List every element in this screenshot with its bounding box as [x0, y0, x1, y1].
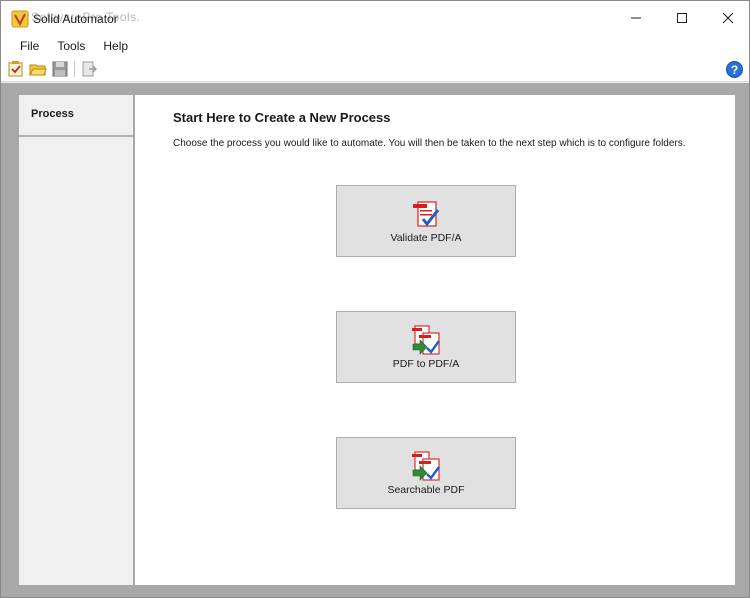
- open-folder-icon[interactable]: [29, 60, 47, 78]
- pdf-to-pdfa-button[interactable]: PDF to PDF/A: [336, 311, 516, 383]
- app-logo-icon: [11, 10, 29, 28]
- pdf-to-pdfa-label: PDF to PDF/A: [392, 358, 460, 370]
- page-title: Start Here to Create a New Process: [173, 110, 391, 125]
- client-area: Process Start Here to Create a New Proce…: [1, 83, 749, 597]
- searchable-pdf-label: Searchable PDF: [387, 484, 465, 496]
- title-bar: SoftwarePro Tools. Solid Automator: [1, 1, 749, 35]
- menu-file[interactable]: File: [13, 37, 46, 55]
- toolbar: ?: [1, 57, 749, 82]
- searchable-pdf-icon: [412, 451, 440, 481]
- searchable-pdf-button[interactable]: Searchable PDF: [336, 437, 516, 509]
- close-icon: [722, 12, 734, 24]
- new-process-icon[interactable]: [7, 60, 25, 78]
- minimize-button[interactable]: [613, 1, 659, 35]
- toolbar-separator: [74, 61, 75, 77]
- minimize-icon: [631, 17, 641, 19]
- sidebar-item-process[interactable]: Process: [19, 95, 133, 137]
- menu-tools[interactable]: Tools: [50, 37, 92, 55]
- help-icon[interactable]: ?: [726, 61, 743, 78]
- pdf-to-pdfa-icon: [412, 325, 440, 355]
- save-icon[interactable]: [51, 60, 69, 78]
- sidebar: Process: [19, 95, 133, 585]
- validate-pdfa-icon: [413, 201, 440, 227]
- page-description: Choose the process you would like to aut…: [173, 138, 686, 149]
- app-window: SoftwarePro Tools. Solid Automator File …: [0, 0, 750, 598]
- main-content: Start Here to Create a New Process Choos…: [135, 95, 735, 585]
- validate-pdfa-button[interactable]: Validate PDF/A: [336, 185, 516, 257]
- maximize-icon: [677, 13, 687, 23]
- window-title: Solid Automator: [33, 12, 118, 26]
- menu-help[interactable]: Help: [96, 37, 135, 55]
- validate-pdfa-label: Validate PDF/A: [390, 232, 462, 244]
- menu-bar: File Tools Help: [1, 35, 749, 57]
- export-icon[interactable]: [80, 60, 98, 78]
- close-button[interactable]: [705, 1, 750, 35]
- maximize-button[interactable]: [659, 1, 705, 35]
